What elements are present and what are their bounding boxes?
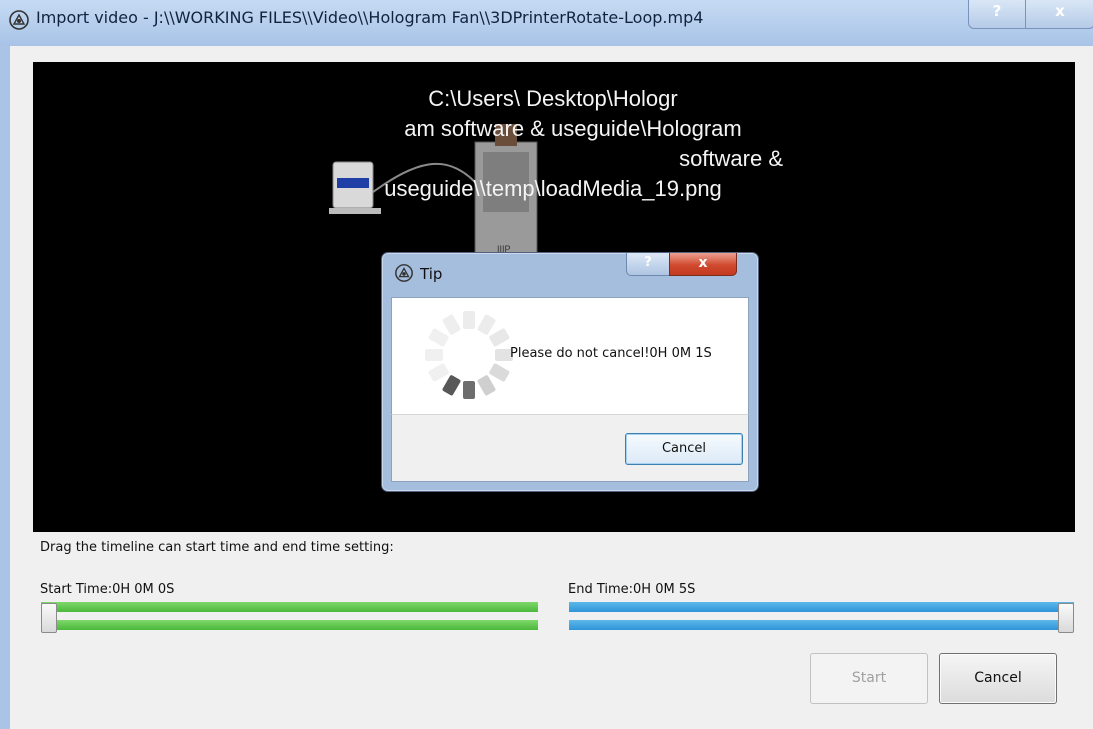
start-slider-track xyxy=(41,620,538,630)
title-bar: Import video - J:\\WORKING FILES\\Video\… xyxy=(0,0,1093,46)
loading-spinner-icon xyxy=(425,311,513,399)
tip-cancel-button[interactable]: Cancel xyxy=(625,433,743,465)
media-path-text: C:\Users\ Desktop\Hologr am software & u… xyxy=(303,84,803,204)
tip-close-button[interactable]: x xyxy=(669,253,737,276)
start-slider-handle[interactable] xyxy=(41,603,57,633)
end-time-slider[interactable] xyxy=(569,602,1074,633)
tip-dialog-footer: Cancel xyxy=(391,414,749,482)
timeline-hint: Drag the timeline can start time and end… xyxy=(40,540,394,555)
end-slider-track xyxy=(569,620,1074,630)
end-slider-track xyxy=(569,602,1074,612)
start-button[interactable]: Start xyxy=(810,653,928,704)
end-time-label: End Time:0H 0M 5S xyxy=(568,582,696,597)
help-button[interactable]: ? xyxy=(968,0,1026,29)
tip-help-button[interactable]: ? xyxy=(626,253,670,276)
window-title: Import video - J:\\WORKING FILES\\Video\… xyxy=(36,8,704,27)
import-video-window: Import video - J:\\WORKING FILES\\Video\… xyxy=(0,0,1093,729)
path-line: C:\Users\ Desktop\Hologr xyxy=(428,86,678,111)
tip-dialog-title: Tip xyxy=(420,265,443,283)
end-slider-handle[interactable] xyxy=(1058,603,1074,633)
path-line: am software & useguide\Hologram xyxy=(404,116,742,141)
path-line: useguide\\temp\loadMedia_19.png xyxy=(384,176,722,201)
close-button[interactable]: x xyxy=(1025,0,1093,29)
app-logo-icon xyxy=(395,264,413,282)
start-time-label: Start Time:0H 0M 0S xyxy=(40,582,175,597)
tip-dialog: Tip ? x Please do not cancel!0H 0M 1S Ca… xyxy=(381,252,759,492)
start-time-slider[interactable] xyxy=(41,602,538,633)
path-line: software & xyxy=(679,146,783,171)
cancel-button[interactable]: Cancel xyxy=(939,653,1057,704)
app-logo-icon xyxy=(9,10,29,30)
tip-message: Please do not cancel!0H 0M 1S xyxy=(510,346,712,361)
title-bar-buttons: ? x xyxy=(968,0,1093,30)
tip-dialog-body: Please do not cancel!0H 0M 1S xyxy=(391,297,749,415)
start-slider-track xyxy=(41,602,538,612)
